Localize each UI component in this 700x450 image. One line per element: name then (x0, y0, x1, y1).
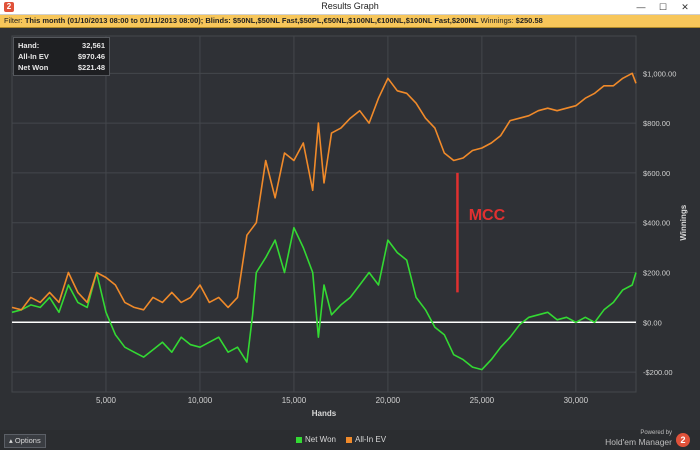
powered-by-text: Powered by (640, 430, 672, 436)
y-axis-title: Winnings (679, 204, 688, 240)
y-tick-label: $1,000.00 (643, 69, 676, 78)
stats-label: Net Won (18, 63, 49, 72)
y-tick-label: $600.00 (643, 169, 670, 178)
annotation-label: MCC (469, 207, 506, 224)
y-tick-label: $0.00 (643, 318, 662, 327)
stats-row-allin-ev: All-In EV $970.46 (18, 51, 105, 62)
legend-swatch (296, 436, 302, 443)
stats-value: $970.46 (77, 52, 105, 61)
legend-item-net-won[interactable]: Net Won (296, 435, 336, 444)
y-tick-label: $800.00 (643, 119, 670, 128)
chevron-up-icon: ▴ (9, 436, 13, 445)
legend-label: All-In EV (354, 435, 387, 444)
x-tick-label: 10,000 (188, 396, 213, 405)
stats-label: All-In EV (18, 52, 49, 61)
chart-legend: Net Won All-In EV (296, 435, 386, 444)
stats-panel: Hand: 32,561 All-In EV $970.46 Net Won $… (13, 37, 110, 76)
footer-bar: ▴ Options Net Won All-In EV Powered by H… (0, 430, 700, 450)
y-tick-label: $200.00 (643, 269, 670, 278)
stats-label: Hand: (18, 41, 40, 50)
stats-row-net-won: Net Won $221.48 (18, 62, 105, 73)
options-label: Options (14, 436, 41, 445)
legend-item-allin-ev[interactable]: All-In EV (345, 435, 387, 444)
stats-value: $221.48 (77, 63, 105, 72)
options-button[interactable]: ▴ Options (4, 434, 46, 448)
x-tick-label: 15,000 (282, 396, 307, 405)
x-tick-label: 30,000 (564, 396, 589, 405)
x-tick-label: 20,000 (376, 396, 401, 405)
hem-logo-icon: 2 (676, 433, 690, 447)
y-tick-label: -$200.00 (643, 368, 673, 377)
x-axis-title: Hands (312, 409, 337, 418)
legend-swatch (345, 436, 352, 443)
stats-row-hands: Hand: 32,561 (18, 40, 105, 51)
x-tick-label: 25,000 (470, 396, 495, 405)
brand-text: Powered by Hold'em Manager (605, 430, 672, 447)
x-tick-label: 5,000 (96, 396, 117, 405)
legend-label: Net Won (305, 435, 336, 444)
y-tick-label: $400.00 (643, 219, 670, 228)
stats-value: 32,561 (82, 41, 105, 50)
brand-name: Hold'em Manager (605, 437, 672, 447)
